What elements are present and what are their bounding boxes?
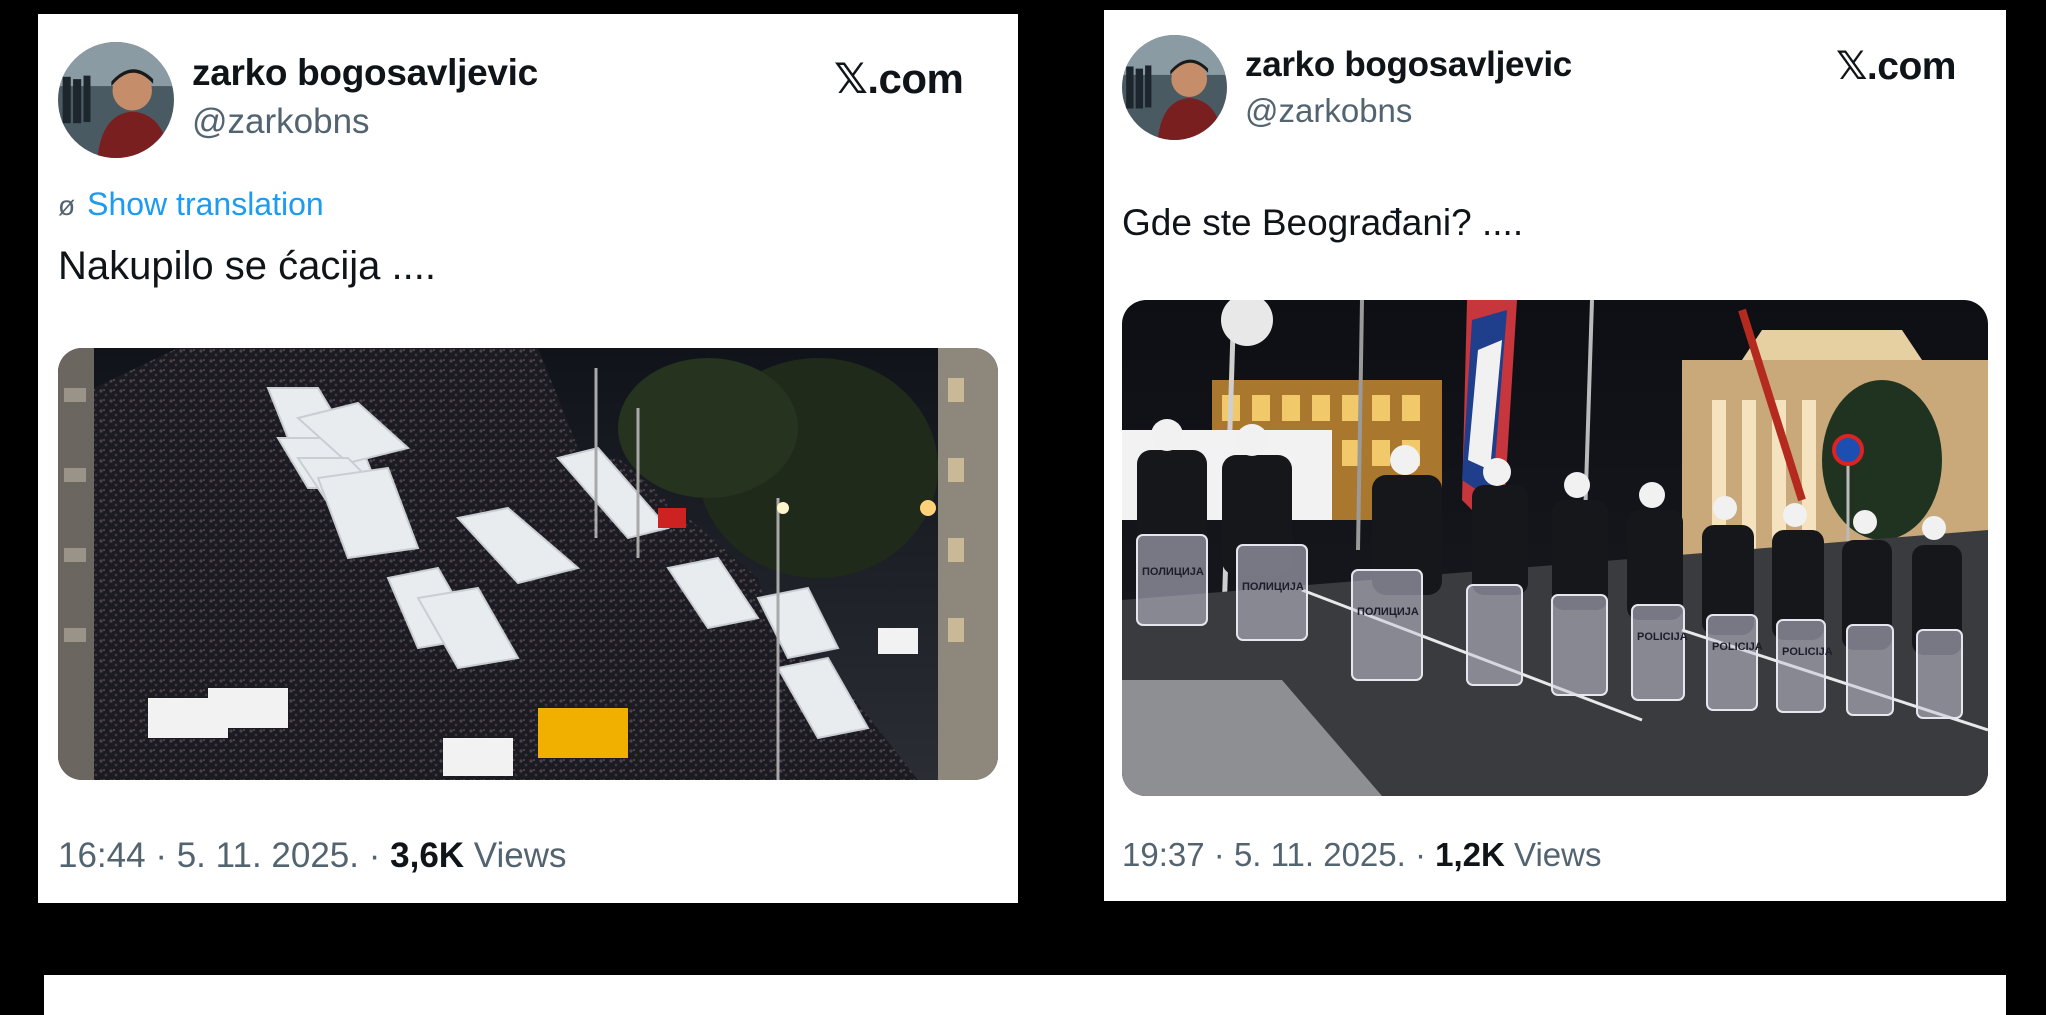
author-handle[interactable]: @zarkobns	[1245, 92, 1412, 130]
tweet-text: Gde ste Beograđani? ....	[1122, 202, 1524, 243]
author-avatar[interactable]	[1122, 35, 1227, 140]
x-logo[interactable]: 𝕏.com	[1836, 44, 1956, 89]
tweet-text: Nakupilo se ćacija ....	[58, 244, 436, 288]
shield-label: POLICIJA	[1782, 646, 1833, 658]
shield-label: ПОЛИЦИЈА	[1242, 581, 1304, 593]
show-translation-label: Show translation	[87, 186, 324, 222]
meta-separator: ·	[1414, 836, 1426, 873]
tweet-image-police[interactable]: ПОЛИЦИЈА ПОЛИЦИЈА ПОЛИЦИЈА POLICIJA POLI…	[1122, 300, 1988, 796]
author-name[interactable]: zarko bogosavljevic	[1245, 45, 1572, 85]
tweet-date[interactable]: 5. 11. 2025.	[1234, 836, 1406, 873]
shield-label: ПОЛИЦИЈА	[1142, 566, 1204, 578]
tweet-meta: 16:44 · 5. 11. 2025. · 3,6K Views	[58, 836, 567, 876]
author-name[interactable]: zarko bogosavljevic	[192, 52, 538, 94]
tweet-image-crowd[interactable]	[58, 348, 998, 780]
tweet-meta: 19:37 · 5. 11. 2025. · 1,2K Views	[1122, 836, 1601, 874]
views-label: Views	[473, 836, 567, 875]
globe-slash-icon: ø	[58, 190, 76, 221]
x-logo-icon: 𝕏.com	[834, 55, 964, 102]
tweet-date[interactable]: 5. 11. 2025.	[177, 836, 359, 875]
tweet-time[interactable]: 19:37	[1122, 836, 1205, 873]
show-translation-link[interactable]: ø Show translation	[58, 186, 324, 223]
tweet-card-1[interactable]: zarko bogosavljevic @zarkobns 𝕏.com ø Sho…	[38, 14, 1018, 903]
views-count: 3,6K	[390, 836, 465, 875]
shield-label: POLICIJA	[1712, 641, 1763, 653]
tweet-card-2[interactable]: zarko bogosavljevic @zarkobns 𝕏.com Gde …	[1104, 10, 2006, 901]
views-count: 1,2K	[1435, 836, 1505, 873]
shield-label: ПОЛИЦИЈА	[1357, 606, 1419, 618]
next-card-edge	[44, 975, 2006, 1015]
meta-separator: ·	[1213, 836, 1225, 873]
meta-separator: ·	[155, 836, 167, 875]
author-handle[interactable]: @zarkobns	[192, 102, 370, 142]
shield-label: POLICIJA	[1637, 631, 1688, 643]
author-avatar[interactable]	[58, 42, 174, 158]
x-logo[interactable]: 𝕏.com	[834, 54, 964, 103]
meta-separator: ·	[368, 836, 381, 875]
views-label: Views	[1514, 836, 1602, 873]
tweet-time[interactable]: 16:44	[58, 836, 146, 875]
x-logo-icon: 𝕏.com	[1836, 45, 1956, 88]
